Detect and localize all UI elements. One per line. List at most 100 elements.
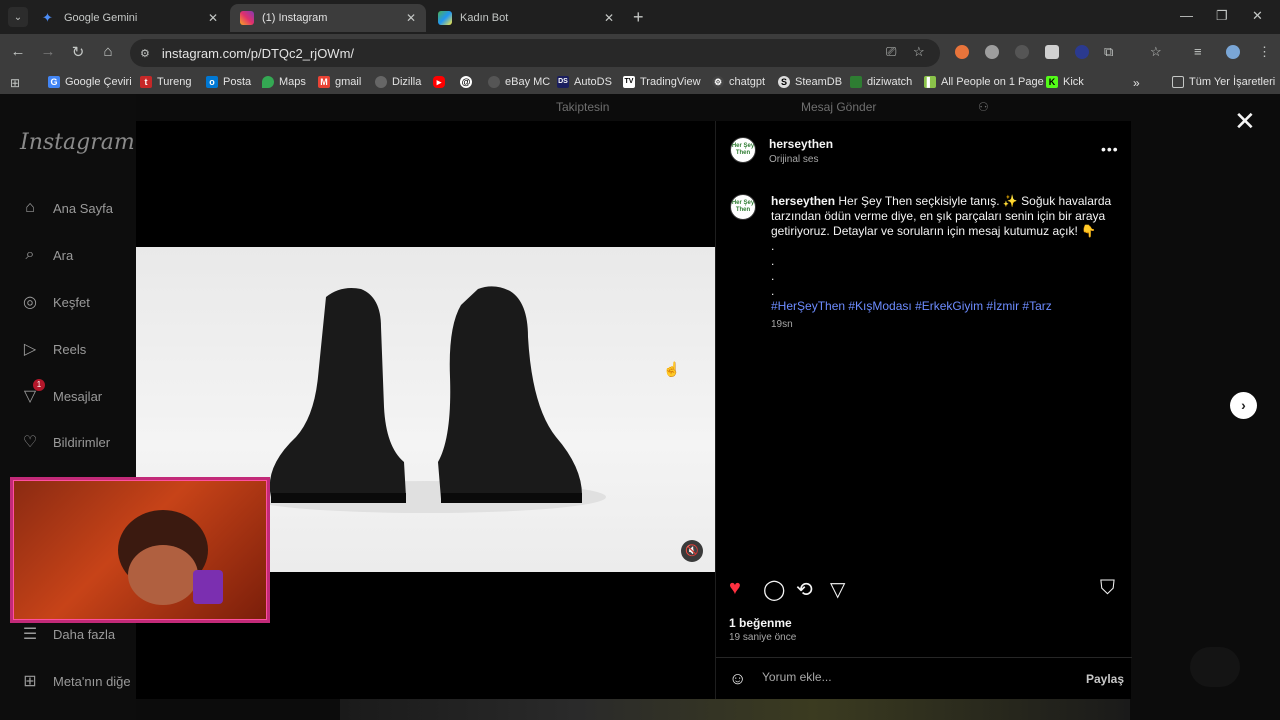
site-info-icon[interactable]: ⚙	[140, 47, 150, 60]
caption-username[interactable]: herseythen	[771, 194, 835, 208]
bookmark-star-icon[interactable]: ☆	[913, 44, 925, 60]
comment-icon[interactable]: ◯	[763, 577, 785, 602]
nav-more[interactable]: ☰ Daha fazla	[20, 624, 115, 644]
bookmark-label: diziwatch	[867, 76, 913, 88]
puzzle-icon[interactable]: ⧉	[1104, 44, 1113, 60]
minimize-icon[interactable]: —	[1180, 8, 1193, 23]
nav-explore[interactable]: ◎ Keşfet	[20, 292, 90, 312]
back-icon[interactable]: ←	[8, 43, 28, 60]
nav-notifications[interactable]: ♡ Bildirimler	[20, 432, 110, 452]
bookmark-label: chatgpt	[729, 76, 766, 88]
bookmark-posta[interactable]: o Posta	[206, 76, 251, 88]
audio-label[interactable]: Orijinal ses	[769, 154, 818, 165]
kebab-menu-icon[interactable]: ⋮	[1258, 44, 1271, 60]
comment-input[interactable]	[762, 670, 1062, 684]
next-post-button[interactable]: ›	[1230, 392, 1257, 419]
bookmark-tradingview[interactable]: TV TradingView	[623, 76, 701, 88]
like-heart-icon[interactable]: ♥	[729, 577, 741, 600]
bookmark-diziwatch[interactable]: diziwatch	[850, 76, 912, 88]
new-tab-button[interactable]: +	[633, 8, 644, 26]
more-options-icon[interactable]: •••	[1101, 141, 1119, 157]
outlook-icon: o	[206, 76, 218, 88]
folder-icon	[1172, 76, 1184, 88]
reload-icon[interactable]: ↻	[68, 43, 88, 61]
following-button[interactable]: Takiptesin	[556, 100, 609, 114]
post-comment-button[interactable]: Paylaş	[1086, 672, 1124, 686]
shield-icon[interactable]	[1045, 45, 1059, 59]
add-person-icon[interactable]: ⚇	[978, 100, 989, 114]
extension-icon[interactable]	[955, 45, 969, 59]
bookmark-chatgpt[interactable]: ⚙ chatgpt	[712, 76, 765, 88]
tab-kadin-bot[interactable]: Kadın Bot ✕	[428, 4, 624, 32]
forward-icon[interactable]: →	[38, 43, 58, 60]
media-control-icon[interactable]: ≡	[1194, 44, 1202, 59]
emoji-icon[interactable]: ☺	[729, 669, 746, 689]
home-icon[interactable]: ⌂	[98, 43, 118, 60]
like-count[interactable]: 1 beğenme	[729, 616, 792, 630]
messenger-icon: ▽ 1	[20, 379, 45, 406]
bookmark-ebay-mc[interactable]: eBay MC	[488, 76, 550, 88]
bookmark-google-ceviri[interactable]: G Google Çeviri	[48, 76, 132, 88]
nav-messages[interactable]: ▽ 1 Mesajlar	[20, 379, 102, 406]
instagram-logo[interactable]: Instagram	[20, 130, 135, 155]
close-window-icon[interactable]: ✕	[1252, 8, 1263, 24]
bookmark-kick[interactable]: K Kick	[1046, 76, 1084, 88]
translate-icon: G	[48, 76, 60, 88]
restore-icon[interactable]: ❐	[1216, 8, 1228, 24]
mute-icon[interactable]: 🔇	[681, 540, 703, 562]
message-button[interactable]: Mesaj Gönder	[801, 100, 876, 114]
caption-dot: .	[771, 239, 775, 253]
webcam-overlay	[10, 477, 270, 623]
bookmarks-star-icon[interactable]: ☆	[1150, 44, 1162, 60]
avatar[interactable]: Her Şey Then	[730, 137, 756, 163]
steamdb-icon: S	[778, 76, 790, 88]
share-icon[interactable]: ▽	[830, 577, 845, 602]
bookmark-dizilla[interactable]: Dizilla	[375, 76, 421, 88]
post-username[interactable]: herseythen	[769, 137, 833, 151]
ebay-icon	[488, 76, 500, 88]
tab-search-button[interactable]: ⌄	[8, 7, 28, 27]
bookmark-maps[interactable]: Maps	[262, 76, 306, 88]
extension-icon[interactable]	[1075, 45, 1089, 59]
instagram-page: Takiptesin Mesaj Gönder ⚇ Instagram ⌂ An…	[0, 94, 1280, 720]
close-tab-icon[interactable]: ✕	[604, 11, 614, 25]
caption-dot: .	[771, 254, 775, 268]
extension-icon[interactable]	[1015, 45, 1029, 59]
tab-instagram[interactable]: (1) Instagram ✕	[230, 4, 426, 32]
bookmark-autods[interactable]: DS AutoDS	[557, 76, 612, 88]
close-tab-icon[interactable]: ✕	[406, 11, 416, 25]
nav-reels[interactable]: ▷ Reels	[20, 339, 86, 359]
bookmark-youtube[interactable]: ▸	[433, 76, 450, 88]
browser-toolbar: ← → ↻ ⌂ ⚙ instagram.com/p/DTQc2_rjOWm/ ⎚…	[0, 34, 1280, 72]
address-bar[interactable]: ⚙ instagram.com/p/DTQc2_rjOWm/	[130, 39, 940, 67]
nav-home[interactable]: ⌂ Ana Sayfa	[20, 198, 113, 218]
apps-grid-icon[interactable]: ⊞	[10, 76, 20, 90]
extension-icon[interactable]	[985, 45, 999, 59]
messages-fab[interactable]	[1190, 647, 1240, 687]
caption-hashtags[interactable]: #HerŞeyThen #KışModası #ErkekGiyim #İzmi…	[771, 299, 1121, 314]
bookmarks-folder[interactable]: Tüm Yer İşaretleri	[1172, 76, 1275, 88]
tab-google-gemini[interactable]: ✦ Google Gemini ✕	[32, 4, 228, 32]
caption-avatar[interactable]: Her Şey Then	[730, 194, 756, 220]
save-bookmark-icon[interactable]: ⛉	[1100, 577, 1115, 600]
bookmark-label: gmail	[335, 76, 362, 88]
tab-title: (1) Instagram	[262, 12, 328, 24]
bookmark-all-people[interactable]: ▌ All People on 1 Page	[924, 76, 1044, 88]
diziwatch-icon	[850, 76, 862, 88]
tureng-icon: t	[140, 76, 152, 88]
install-app-icon[interactable]: ⎚	[886, 44, 896, 60]
more-bookmarks-icon[interactable]: »	[1133, 76, 1140, 90]
bookmark-steamdb[interactable]: S SteamDB	[778, 76, 842, 88]
tradingview-icon: TV	[623, 76, 635, 88]
nav-search[interactable]: ⌕ Ara	[20, 245, 74, 265]
bookmark-gmail[interactable]: Mgmail	[318, 76, 361, 88]
bookmark-label: eBay MC	[505, 76, 551, 88]
profile-avatar[interactable]	[1226, 45, 1240, 59]
close-tab-icon[interactable]: ✕	[208, 11, 218, 25]
nav-meta-apps[interactable]: ⊞ Meta'nın diğe	[20, 671, 130, 691]
bookmark-tureng[interactable]: t Tureng	[140, 76, 191, 88]
repost-icon[interactable]: ⟲	[796, 577, 813, 602]
bookmark-threads[interactable]: @	[460, 76, 477, 88]
bookmark-label: Posta	[223, 76, 252, 88]
close-modal-icon[interactable]: ✕	[1234, 108, 1256, 134]
